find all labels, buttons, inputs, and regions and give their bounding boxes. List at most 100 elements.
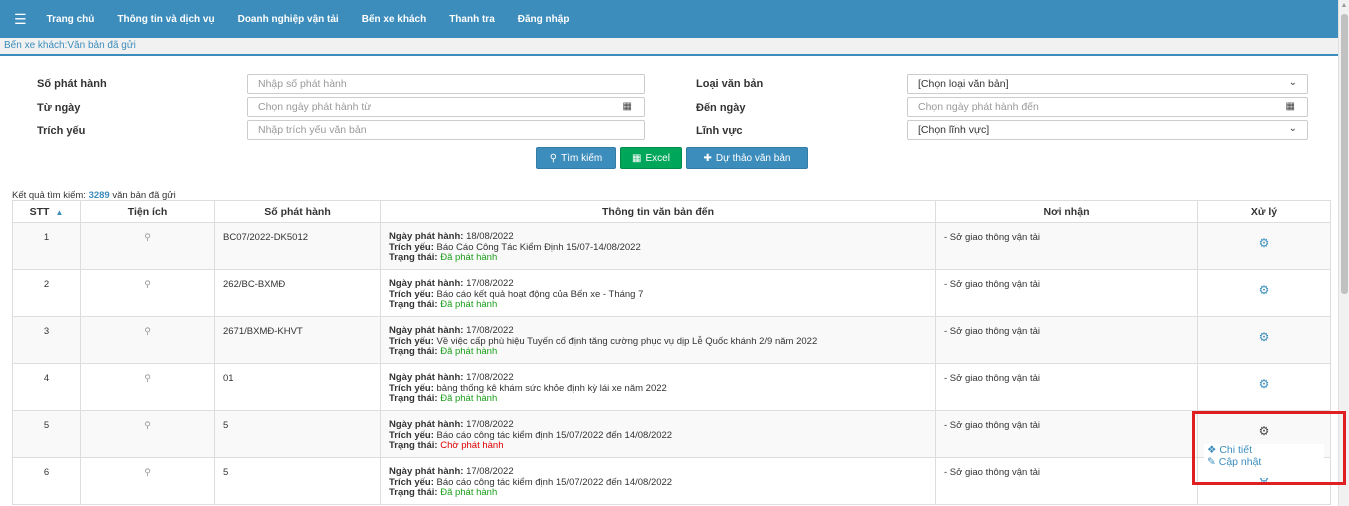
update-label: Cập nhật <box>1218 456 1262 468</box>
status-badge: Đã phát hành <box>440 299 498 310</box>
cell-tien-ich: ⚲ <box>80 363 215 411</box>
cell-thong-tin: Ngày phát hành: 17/08/2022 Trích yếu: bản… <box>380 363 936 411</box>
cell-noi-nhan: - Sở giao thông vận tải <box>935 269 1198 317</box>
hamburger-icon[interactable]: ☰ <box>14 11 27 28</box>
cell-xu-ly: ⚙ <box>1197 269 1331 317</box>
gear-icon[interactable]: ⚙ <box>1259 283 1270 297</box>
linh-vuc-value: [Chọn lĩnh vực] <box>918 124 990 136</box>
header-so-phat-hanh: Số phát hành <box>214 200 381 223</box>
sort-asc-icon: ▲ <box>55 207 64 217</box>
search-button[interactable]: ⚲ Tìm kiếm <box>536 147 616 169</box>
nav-item-login[interactable]: Đăng nhập <box>518 14 570 25</box>
info-trang-thai: Trạng thái: Đã phát hành <box>389 299 935 311</box>
trich-yeu-value: Về việc cấp phù hiệu Tuyến cố định tăng … <box>436 335 818 347</box>
cell-xu-ly: ⚙ <box>1197 316 1331 364</box>
paperclip-icon[interactable]: ⚲ <box>144 326 151 336</box>
gear-icon[interactable]: ⚙ <box>1259 236 1270 250</box>
den-ngay-placeholder: Chọn ngày phát hành đến <box>918 101 1039 113</box>
loai-van-ban-value: [Chọn loại văn bản] <box>918 78 1009 90</box>
paperclip-icon[interactable]: ⚲ <box>144 420 151 430</box>
den-ngay-input[interactable]: Chọn ngày phát hành đến ▦ <box>907 97 1308 117</box>
nav-item-transport-business[interactable]: Doanh nghiệp vận tải <box>238 14 339 25</box>
status-badge: Đã phát hành <box>440 252 498 263</box>
linh-vuc-select[interactable]: [Chọn lĩnh vực] ⌄ <box>907 120 1308 140</box>
draft-document-button[interactable]: ✚ Dự thảo văn bản <box>686 147 808 169</box>
gear-icon[interactable]: ⚙ <box>1259 377 1270 391</box>
nav-item-info-services[interactable]: Thông tin và dịch vụ <box>117 14 214 25</box>
cell-stt: 6 <box>12 457 81 505</box>
trich-yeu-value: Báo cáo kết quả hoạt động của Bến xe - T… <box>436 288 644 300</box>
ngay-value: 17/08/2022 <box>466 278 514 289</box>
trich-yeu-value: Báo cáo công tác kiểm định 15/07/2022 đế… <box>436 476 673 488</box>
info-trang-thai: Trạng thái: Đã phát hành <box>389 487 935 499</box>
trich-yeu-value: bảng thống kê khám sức khỏe định kỳ lái … <box>436 382 667 394</box>
cell-thong-tin: Ngày phát hành: 17/08/2022 Trích yếu: Báo… <box>380 457 936 505</box>
trang-thai-label: Trạng thái: <box>389 393 438 404</box>
cell-stt: 2 <box>12 269 81 317</box>
search-icon: ⚲ <box>549 152 558 164</box>
info-trang-thai: Trạng thái: Đã phát hành <box>389 393 935 405</box>
nav-item-inspection[interactable]: Thanh tra <box>449 14 495 25</box>
ngay-label: Ngày phát hành: <box>389 419 464 430</box>
loai-van-ban-select[interactable]: [Chọn loại văn bản] ⌄ <box>907 74 1308 94</box>
trang-thai-label: Trạng thái: <box>389 252 438 263</box>
trich-yeu-value: Báo cáo công tác kiểm định 15/07/2022 đế… <box>436 429 673 441</box>
cell-thong-tin: Ngày phát hành: 17/08/2022 Trích yếu: Báo… <box>380 410 936 458</box>
excel-file-icon: ▦ <box>632 152 642 164</box>
so-phat-hanh-input[interactable]: Nhập số phát hành <box>247 74 645 94</box>
paperclip-icon[interactable]: ⚲ <box>144 373 151 383</box>
nav-item-bus-station[interactable]: Bến xe khách <box>362 14 426 25</box>
tu-ngay-input[interactable]: Chọn ngày phát hành từ ▦ <box>247 97 645 117</box>
excel-button[interactable]: ▦ Excel <box>620 147 682 169</box>
header-stt[interactable]: STT ▲ <box>12 200 81 223</box>
table-row: 3 ⚲ 2671/BXMĐ-KHVT Ngày phát hành: 17/08/20… <box>12 316 1331 364</box>
trich-yeu-input[interactable]: Nhập trích yếu văn bản <box>247 120 645 140</box>
dropdown-item-update[interactable]: ✎ Cập nhật <box>1204 456 1324 468</box>
paperclip-icon[interactable]: ⚲ <box>144 232 151 242</box>
info-circle-icon: ❖ <box>1207 444 1217 456</box>
trich-yeu-label: Trích yếu: <box>389 476 434 488</box>
trang-thai-label: Trạng thái: <box>389 299 438 310</box>
scroll-thumb[interactable] <box>1341 14 1348 294</box>
cell-stt: 4 <box>12 363 81 411</box>
plus-icon: ✚ <box>703 152 712 164</box>
ngay-value: 18/08/2022 <box>466 231 514 242</box>
status-badge: Chờ phát hành <box>440 440 504 451</box>
cell-so-phat-hanh: 262/BC-BXMĐ <box>214 269 381 317</box>
ngay-label: Ngày phát hành: <box>389 325 464 336</box>
info-trang-thai: Trạng thái: Đã phát hành <box>389 346 935 358</box>
trang-thai-label: Trạng thái: <box>389 487 438 498</box>
scroll-up-arrow-icon[interactable]: ▲ <box>1339 0 1349 12</box>
header-xu-ly: Xử lý <box>1197 200 1331 223</box>
nav-item-home[interactable]: Trang chủ <box>47 14 95 25</box>
cell-thong-tin: Ngày phát hành: 17/08/2022 Trích yếu: Báo… <box>380 269 936 317</box>
page-scrollbar[interactable]: ▲ <box>1338 0 1349 506</box>
dropdown-item-detail[interactable]: ❖ Chi tiết <box>1204 444 1324 456</box>
label-trich-yeu: Trích yếu <box>37 125 86 137</box>
paperclip-icon[interactable]: ⚲ <box>144 279 151 289</box>
excel-button-label: Excel <box>645 152 670 164</box>
status-badge: Đã phát hành <box>440 393 498 404</box>
chevron-down-icon: ⌄ <box>1288 77 1297 88</box>
gear-icon[interactable]: ⚙ <box>1259 424 1270 438</box>
label-tu-ngay: Từ ngày <box>37 102 81 114</box>
cell-noi-nhan: - Sở giao thông vận tải <box>935 222 1198 270</box>
ngay-value: 17/08/2022 <box>466 372 514 383</box>
cell-tien-ich: ⚲ <box>80 269 215 317</box>
info-trang-thai: Trạng thái: Đã phát hành <box>389 252 935 264</box>
ngay-value: 17/08/2022 <box>466 466 514 477</box>
paperclip-icon[interactable]: ⚲ <box>144 467 151 477</box>
calendar-icon[interactable]: ▦ <box>623 98 632 116</box>
cell-so-phat-hanh: 5 <box>214 410 381 458</box>
label-so-phat-hanh: Số phát hành <box>37 78 107 90</box>
calendar-icon[interactable]: ▦ <box>1286 98 1295 116</box>
tu-ngay-placeholder: Chọn ngày phát hành từ <box>258 101 372 113</box>
ngay-label: Ngày phát hành: <box>389 372 464 383</box>
cell-stt: 3 <box>12 316 81 364</box>
trich-yeu-label: Trích yếu: <box>389 241 434 253</box>
cell-xu-ly: ⚙ <box>1197 222 1331 270</box>
cell-stt: 5 <box>12 410 81 458</box>
gear-icon[interactable]: ⚙ <box>1259 330 1270 344</box>
trich-yeu-label: Trích yếu: <box>389 335 434 347</box>
chevron-down-icon: ⌄ <box>1288 123 1297 134</box>
